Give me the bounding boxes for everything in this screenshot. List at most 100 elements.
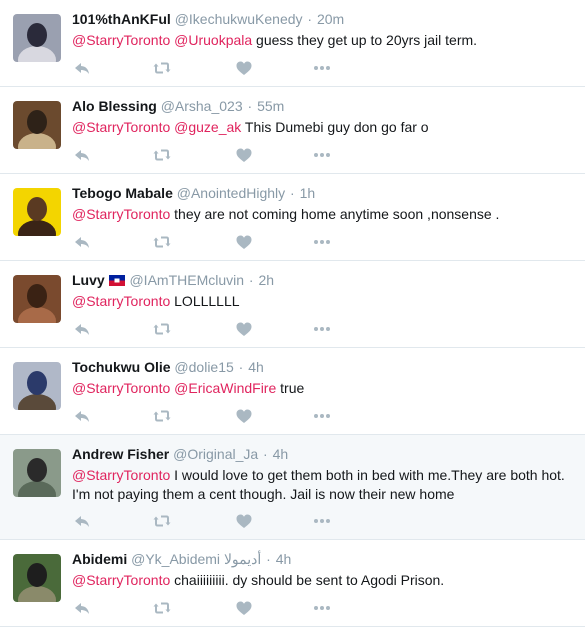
like-button[interactable] (234, 598, 254, 618)
more-button[interactable] (312, 406, 332, 426)
reply-icon (72, 511, 92, 531)
tweet-header: Andrew Fisher @Original_Ja · 4h (72, 445, 577, 464)
fullname[interactable]: 101%thAnKFul (72, 11, 171, 27)
like-button[interactable] (234, 406, 254, 426)
username[interactable]: @Arsha_023 (161, 98, 243, 114)
timestamp[interactable]: 2h (258, 272, 274, 288)
mention-link[interactable]: @StarryToronto (72, 206, 170, 222)
fullname[interactable]: Luvy (72, 272, 105, 288)
timestamp[interactable]: 4h (248, 359, 264, 375)
username[interactable]: @Original_Ja (173, 446, 258, 462)
tweet-item[interactable]: Tochukwu Olie @dolie15 · 4h @StarryToront… (0, 348, 585, 435)
tweet-text-segment: guess they get up to 20yrs jail term. (252, 32, 478, 48)
timestamp[interactable]: 20m (317, 11, 344, 27)
tweet-header: Tebogo Mabale @AnointedHighly · 1h (72, 184, 577, 203)
more-icon (312, 145, 332, 165)
tweet-text-segment: LOLLLLLL (170, 293, 240, 309)
tweet-text-segment: chaiiiiiiiii. dy should be sent to Agodi… (170, 572, 445, 588)
retweet-icon (152, 232, 172, 252)
tweet-item[interactable]: Andrew Fisher @Original_Ja · 4h @StarryTo… (0, 435, 585, 540)
username[interactable]: @AnointedHighly (177, 185, 285, 201)
tweet-content: Andrew Fisher @Original_Ja · 4h @StarryTo… (72, 445, 577, 504)
like-button[interactable] (234, 145, 254, 165)
fullname[interactable]: Abidemi (72, 551, 127, 567)
reply-button[interactable] (72, 406, 92, 426)
avatar[interactable] (13, 554, 61, 602)
more-button[interactable] (312, 145, 332, 165)
retweet-button[interactable] (152, 598, 172, 618)
username[interactable]: @dolie15 (174, 359, 233, 375)
timestamp[interactable]: 4h (273, 446, 289, 462)
tweet-header: Tochukwu Olie @dolie15 · 4h (72, 358, 577, 377)
tweet-content: Tochukwu Olie @dolie15 · 4h @StarryToront… (72, 358, 577, 398)
username[interactable]: @IkechukwuKenedy (175, 11, 303, 27)
mention-link[interactable]: @StarryToronto (72, 32, 170, 48)
reply-button[interactable] (72, 145, 92, 165)
tweet-item[interactable]: Abidemi @Yk_Abidemi أديمولا · 4h @StarryT… (0, 540, 585, 627)
reply-icon (72, 232, 92, 252)
mention-link[interactable]: @StarryToronto (72, 293, 170, 309)
tweet-text-segment: they are not coming home anytime soon ,n… (170, 206, 500, 222)
separator-dot: · (243, 98, 257, 114)
mention-link[interactable]: @StarryToronto (72, 572, 170, 588)
more-button[interactable] (312, 319, 332, 339)
fullname[interactable]: Andrew Fisher (72, 446, 169, 462)
tweet-text: @StarryToronto they are not coming home … (72, 205, 577, 224)
retweet-button[interactable] (152, 232, 172, 252)
separator-dot: · (286, 185, 299, 201)
more-button[interactable] (312, 232, 332, 252)
avatar[interactable] (13, 275, 61, 323)
more-button[interactable] (312, 58, 332, 78)
mention-link[interactable]: @EricaWindFire (174, 380, 276, 396)
timestamp[interactable]: 4h (276, 551, 292, 567)
reply-button[interactable] (72, 598, 92, 618)
tweet-item[interactable]: 101%thAnKFul @IkechukwuKenedy · 20m @Star… (0, 0, 585, 87)
retweet-button[interactable] (152, 511, 172, 531)
username[interactable]: @IAmTHEMcluvin (129, 272, 244, 288)
tweet-text: @StarryToronto @guze_ak This Dumebi guy … (72, 118, 577, 137)
mention-link[interactable]: @StarryToronto (72, 380, 170, 396)
retweet-icon (152, 319, 172, 339)
retweet-icon (152, 58, 172, 78)
reply-button[interactable] (72, 319, 92, 339)
reply-button[interactable] (72, 232, 92, 252)
mention-link[interactable]: @guze_ak (174, 119, 241, 135)
tweet-item[interactable]: Tebogo Mabale @AnointedHighly · 1h @Starr… (0, 174, 585, 261)
avatar[interactable] (13, 101, 61, 149)
more-button[interactable] (312, 598, 332, 618)
separator-dot: · (262, 551, 275, 567)
more-button[interactable] (312, 511, 332, 531)
retweet-button[interactable] (152, 145, 172, 165)
retweet-button[interactable] (152, 58, 172, 78)
reply-icon (72, 58, 92, 78)
like-icon (234, 145, 254, 165)
mention-link[interactable]: @Uruokpala (174, 32, 252, 48)
tweet-content: Abidemi @Yk_Abidemi أديمولا · 4h @StarryT… (72, 550, 577, 590)
reply-button[interactable] (72, 511, 92, 531)
like-button[interactable] (234, 58, 254, 78)
more-icon (312, 406, 332, 426)
retweet-button[interactable] (152, 406, 172, 426)
timestamp[interactable]: 1h (300, 185, 316, 201)
mention-link[interactable]: @StarryToronto (72, 119, 170, 135)
avatar[interactable] (13, 14, 61, 62)
avatar[interactable] (13, 449, 61, 497)
fullname[interactable]: Tochukwu Olie (72, 359, 171, 375)
timestamp[interactable]: 55m (257, 98, 284, 114)
fullname[interactable]: Alo Blessing (72, 98, 157, 114)
separator-dot: · (245, 272, 258, 288)
like-button[interactable] (234, 319, 254, 339)
like-button[interactable] (234, 511, 254, 531)
tweet-text: @StarryToronto @EricaWindFire true (72, 379, 577, 398)
avatar[interactable] (13, 362, 61, 410)
tweet-item[interactable]: Luvy @IAmTHEMcluvin · 2h @StarryToronto L… (0, 261, 585, 348)
more-icon (312, 232, 332, 252)
tweet-item[interactable]: Alo Blessing @Arsha_023 · 55m @StarryToro… (0, 87, 585, 174)
retweet-button[interactable] (152, 319, 172, 339)
username[interactable]: @Yk_Abidemi (131, 551, 220, 567)
fullname[interactable]: Tebogo Mabale (72, 185, 173, 201)
reply-button[interactable] (72, 58, 92, 78)
avatar[interactable] (13, 188, 61, 236)
mention-link[interactable]: @StarryToronto (72, 467, 170, 483)
like-button[interactable] (234, 232, 254, 252)
